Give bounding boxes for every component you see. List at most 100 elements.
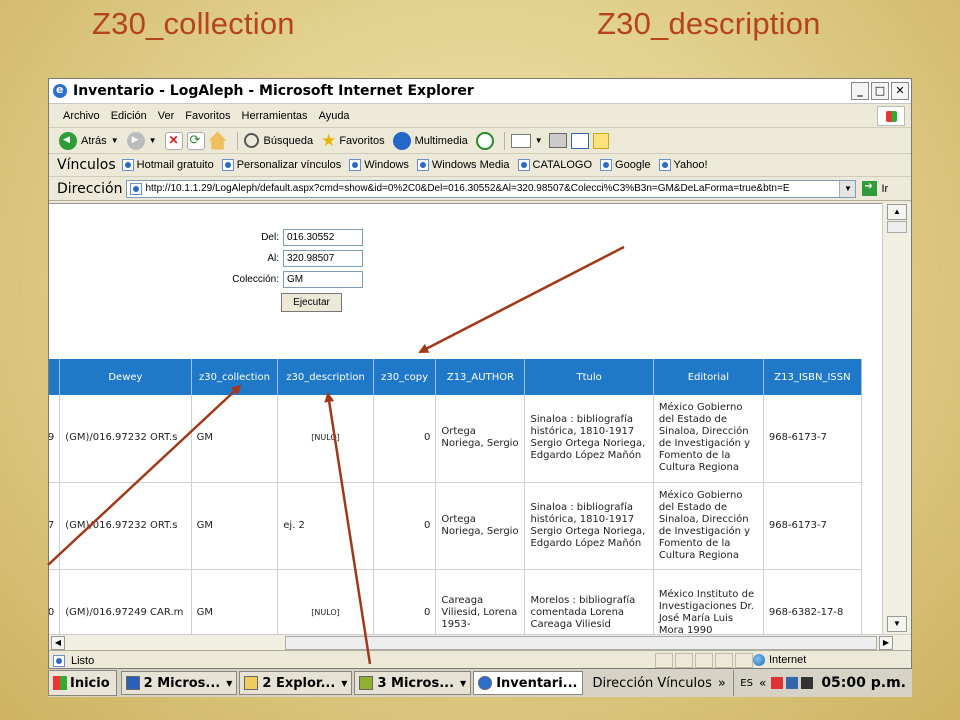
cell-author: Ortega Noriega, Sergio (435, 482, 526, 570)
menu-ayuda[interactable]: Ayuda (319, 110, 350, 122)
go-button[interactable]: Ir (862, 181, 888, 196)
forward-dropdown-icon[interactable]: ▼ (149, 136, 157, 145)
page-icon (130, 182, 143, 195)
table-header[interactable]: Dewey (59, 359, 192, 395)
start-label: Inicio (70, 675, 110, 691)
link-windows[interactable]: Windows (349, 159, 409, 171)
scroll-left-icon[interactable]: ◀ (51, 636, 65, 650)
menu-edicion[interactable]: Edición (111, 110, 147, 122)
taskbar-toolbars[interactable]: Dirección Vínculos (593, 676, 712, 691)
link-hotmail[interactable]: Hotmail gratuito (121, 159, 214, 171)
taskbar-more-icon[interactable]: » (718, 676, 726, 691)
mail-icon[interactable] (510, 133, 531, 148)
cell-editorial: México Gobierno del Estado de Sinaloa, D… (653, 482, 764, 570)
cell-dewey: (GM)/016.97232 ORT.s (59, 482, 192, 570)
menu-archivo[interactable]: Archivo (63, 110, 100, 122)
taskbar-button-inventario[interactable]: Inventari... (473, 671, 583, 695)
scroll-up-icon[interactable]: ▲ (887, 204, 907, 220)
link-label: CATALOGO (532, 159, 593, 171)
table-row[interactable]: 7 (GM)/016.97232 ORT.s GM ej. 2 0 Ortega… (49, 482, 863, 570)
menu-favoritos[interactable]: Favoritos (185, 110, 230, 122)
al-row: Al: 320.98507 (199, 250, 363, 267)
coleccion-input[interactable]: GM (283, 271, 363, 288)
link-windows-media[interactable]: Windows Media (416, 159, 510, 171)
back-label: Atrás (81, 134, 107, 147)
status-pane (695, 653, 713, 668)
back-dropdown-icon[interactable]: ▼ (111, 136, 119, 145)
messenger-note-icon[interactable] (592, 132, 609, 149)
language-indicator[interactable]: ES (740, 678, 753, 689)
back-button[interactable]: Atrás ▼ (59, 131, 119, 150)
al-input[interactable]: 320.98507 (283, 250, 363, 267)
monitor-icon[interactable] (801, 677, 814, 689)
taskbar-clock[interactable]: 05:00 p.m. (821, 675, 906, 691)
table-header[interactable]: Ttulo (524, 359, 654, 395)
back-arrow-icon (59, 131, 77, 150)
window-titlebar[interactable]: Inventario - LogAleph - Microsoft Intern… (49, 79, 911, 104)
stop-icon[interactable] (164, 131, 183, 150)
horizontal-scrollbar[interactable]: ◀ ▶ (49, 634, 911, 650)
link-label: Windows (364, 159, 409, 171)
security-zone: Internet (753, 654, 806, 666)
table-header[interactable]: z30_description (277, 359, 374, 395)
link-yahoo[interactable]: Yahoo! (658, 159, 708, 171)
forward-button[interactable]: ▼ (126, 131, 157, 150)
hscroll-thumb[interactable] (285, 636, 877, 650)
shield-icon[interactable] (786, 677, 799, 689)
search-button[interactable]: Búsqueda (243, 133, 313, 148)
status-pane (735, 653, 753, 668)
del-input[interactable]: 016.30552 (283, 229, 363, 246)
table-header[interactable]: Editorial (653, 359, 764, 395)
favorites-button[interactable]: ★ Favoritos (321, 131, 385, 151)
multimedia-label: Multimedia (414, 134, 468, 147)
print-icon[interactable] (548, 133, 567, 148)
tray-expand-icon[interactable]: « (759, 676, 766, 690)
table-header[interactable]: Z13_AUTHOR (435, 359, 526, 395)
table-row[interactable]: 0 (GM)/016.97249 CAR.m GM [NULO] 0 Carea… (49, 569, 863, 634)
ie-icon (478, 676, 493, 690)
table-row[interactable]: 9 (GM)/016.97232 ORT.s GM [NULO] 0 Orteg… (49, 395, 863, 483)
scroll-thumb[interactable] (887, 221, 907, 233)
table-header[interactable]: z30_collection (191, 359, 279, 395)
page-icon (658, 159, 671, 171)
execute-button[interactable]: Ejecutar (281, 293, 342, 312)
scroll-right-icon[interactable]: ▶ (879, 636, 893, 650)
refresh-icon[interactable] (186, 131, 205, 150)
cell-collection: GM (191, 569, 279, 634)
table-header[interactable]: z30_copy (373, 359, 437, 395)
table-header-index (49, 359, 61, 395)
status-pane (655, 653, 673, 668)
results-table: Dewey z30_collection z30_description z30… (49, 359, 863, 634)
cell-collection: GM (191, 395, 279, 483)
link-google[interactable]: Google (600, 159, 651, 171)
menu-herramientas[interactable]: Herramientas (242, 110, 308, 122)
address-input[interactable]: http://10.1.1.29/LogAleph/default.aspx?c… (126, 179, 857, 198)
antivirus-icon[interactable] (771, 677, 784, 689)
task-dropdown-icon: ▼ (341, 678, 348, 688)
window-title: Inventario - LogAleph - Microsoft Intern… (73, 83, 474, 99)
edit-icon[interactable] (570, 132, 589, 149)
history-icon[interactable] (475, 131, 494, 150)
home-icon[interactable] (208, 131, 227, 150)
scroll-down-icon[interactable]: ▼ (887, 616, 907, 632)
taskbar-button-explorer[interactable]: 2 Explor... ▼ (239, 671, 353, 695)
menu-ver[interactable]: Ver (158, 110, 175, 122)
close-button[interactable]: ✕ (891, 82, 909, 100)
link-catalogo[interactable]: CATALOGO (517, 159, 593, 171)
taskbar-button-word[interactable]: 2 Micros... ▼ (120, 671, 238, 695)
maximize-button[interactable]: □ (871, 82, 889, 100)
task-label: 3 Micros... (377, 675, 455, 691)
al-label: Al: (267, 253, 279, 264)
minimize-button[interactable]: _ (851, 82, 869, 100)
address-dropdown-icon[interactable]: ▼ (839, 180, 856, 197)
table-header[interactable]: Z13_ISBN_ISSN (763, 359, 863, 395)
mail-dropdown-icon[interactable]: ▼ (535, 136, 543, 145)
taskbar-button-powerpoint[interactable]: 3 Micros... ▼ (354, 671, 472, 695)
toolbar-separator (236, 131, 238, 150)
link-personalizar[interactable]: Personalizar vínculos (221, 159, 341, 171)
vertical-scrollbar[interactable]: ▲ ▼ (882, 203, 911, 634)
multimedia-button[interactable]: Multimedia (392, 131, 468, 150)
cell-description: [NULO] (277, 395, 374, 483)
start-button[interactable]: Inicio (48, 670, 117, 696)
standard-toolbar: Atrás ▼ ▼ Búsqueda ★ Favoritos Multimedi… (49, 128, 911, 154)
